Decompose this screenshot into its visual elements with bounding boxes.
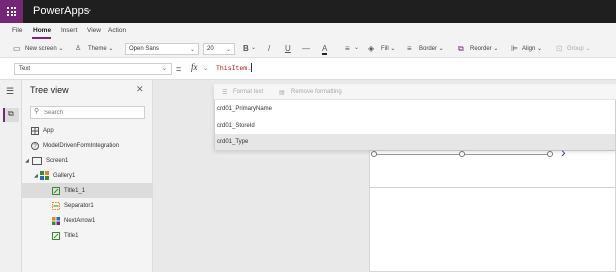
edit-label-icon [52,231,60,240]
underline-button[interactable]: U [285,44,291,53]
tab-action[interactable]: Action [108,27,126,34]
remove-formatting-icon: ▤ [279,90,285,96]
collapse-icon[interactable]: ◢ [25,158,29,164]
suggestion-item[interactable]: crd01_StoreId [215,118,615,134]
screen-preview[interactable] [369,150,616,272]
border-button[interactable]: Border ⌄ [419,45,444,52]
separator-line [369,187,616,188]
strikethrough-button[interactable]: — [302,44,310,53]
selection-handle[interactable] [547,151,553,157]
group-button[interactable]: Group ⌄ [567,45,590,52]
tree-node-label: App [43,127,54,134]
tab-insert[interactable]: Insert [61,27,77,34]
border-label: Border [419,46,438,52]
edit-label-icon [52,186,60,195]
tree-view-rail-button[interactable]: ⧉ [3,108,19,122]
help-circle-icon: ? [31,141,39,150]
tree-node-label: Gallery1 [53,172,76,179]
property-value: Text [19,66,31,72]
font-family-select[interactable]: Open Sans ⌄ [125,43,199,55]
app-title: PowerApps [33,5,90,17]
format-text-button[interactable]: Format text [233,89,263,95]
tree-node-screen1[interactable]: ◢ Screen1 [22,153,153,168]
tree-view-title: Tree view [30,85,69,95]
tree-node-nextarrow1[interactable]: NextArrow1 [22,213,153,228]
font-color-button[interactable]: A [322,44,328,55]
tree-node-label: Screen1 [46,157,69,164]
layers-icon: ⧉ [8,109,14,118]
search-input[interactable] [44,108,139,118]
formula-input[interactable]: ThisItem. [214,59,616,80]
align-button[interactable]: Align ⌄ [522,45,542,52]
font-family-value: Open Sans [129,46,160,52]
reorder-label: Reorder [470,46,492,52]
selection-handle[interactable] [459,151,465,157]
search-icon: ⚲ [34,108,40,115]
bold-button[interactable]: B [243,44,249,53]
chevron-down-icon[interactable]: ⌄ [162,65,167,72]
tree-node-label: ModelDrivenFormIntegration [43,142,120,149]
theme-label: Theme [88,46,107,52]
property-select[interactable]: Text [14,63,172,75]
new-screen-button[interactable]: New screen ⌄ [25,45,63,52]
active-tab-indicator [32,37,51,39]
gallery-icon [40,171,49,180]
text-align-icon[interactable]: ≡ [345,44,350,53]
format-text-icon: ☰ [222,90,228,96]
remove-formatting-button[interactable]: Remove formatting [291,89,342,95]
selection-handle[interactable] [371,151,377,157]
tree-node-separator1[interactable]: Separator1 [22,198,153,213]
chevron-down-icon[interactable]: ⌄ [251,44,256,51]
hamburger-menu-icon[interactable]: ☰ [6,86,14,97]
fill-icon: ◈ [368,44,375,53]
equals-sign: = [176,64,182,74]
border-icon: ≡ [407,44,412,53]
tab-file[interactable]: File [12,27,22,34]
app-launcher-icon[interactable] [0,0,23,23]
italic-button[interactable]: / [268,44,270,53]
close-icon[interactable]: ✕ [136,84,144,95]
font-size-value: 20 [207,46,214,52]
reorder-button[interactable]: Reorder ⌄ [470,45,498,52]
tree-node-modeldrivenform[interactable]: ? ModelDrivenFormIntegration [22,138,153,153]
next-arrow-icon [52,216,60,225]
group-label: Group [567,46,584,52]
chevron-down-icon: ⌄ [189,47,195,53]
tree-node-label: NextArrow1 [64,217,96,224]
tree-node-gallery1[interactable]: ◢ Gallery1 [22,168,153,183]
fill-button[interactable]: Fill ⌄ [381,45,395,52]
suggestion-item[interactable]: crd01_PrimaryName [215,101,615,117]
tree-node-app[interactable]: App [22,123,153,138]
align-icon: ⊫ [511,44,518,53]
theme-button[interactable]: Theme ⌄ [88,45,113,52]
ribbon-tabs: File Home Insert View Action [0,23,616,40]
tree-node-title1-1[interactable]: Title1_1 [22,183,153,198]
tab-home[interactable]: Home [33,27,51,34]
tree-node-title1[interactable]: Title1 [22,228,153,243]
align-label: Align [522,46,536,52]
new-screen-icon: ▭ [13,44,21,53]
screen-icon [32,156,42,165]
new-screen-label: New screen [25,46,57,52]
suggestion-item[interactable]: crd01_Type [215,134,615,150]
group-icon: ⊡ [556,44,563,53]
app-icon [31,126,39,135]
fill-label: Fill [381,46,389,52]
text-caret [251,63,252,72]
fx-icon[interactable]: fx [191,62,198,72]
chevron-down-icon[interactable]: ⌄ [83,4,94,15]
collapse-icon[interactable]: ◢ [34,173,38,179]
reorder-icon: ⧉ [458,44,464,53]
chevron-down-icon[interactable]: ⌄ [203,65,208,72]
separator-icon [52,201,60,210]
tree-node-label: Title1_1 [64,187,86,194]
autocomplete-toolbar [214,84,616,100]
font-size-select[interactable]: 20 ⌄ [203,43,235,55]
tab-view[interactable]: View [87,27,101,34]
tree-node-label: Title1 [64,232,79,239]
chevron-down-icon: ⌄ [225,47,231,53]
tree-node-label: Separator1 [64,202,94,209]
chevron-down-icon[interactable]: ⌄ [354,44,359,51]
theme-icon: ♙ [75,45,82,52]
